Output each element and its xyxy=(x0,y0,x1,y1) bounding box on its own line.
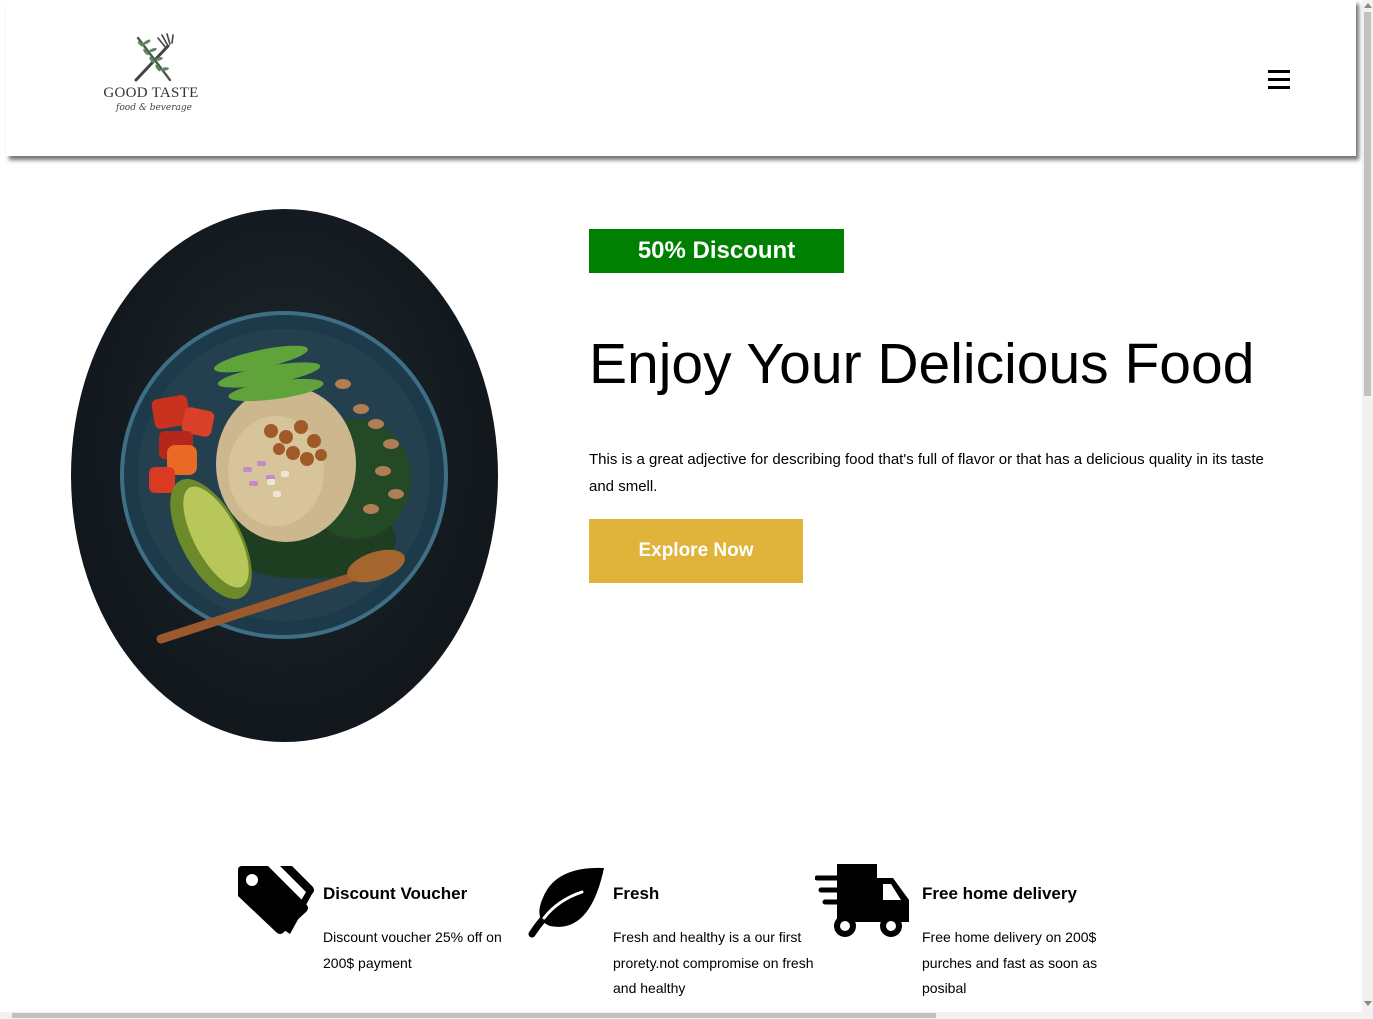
feature-title: Fresh xyxy=(613,884,660,903)
food-bowl-image xyxy=(71,209,498,742)
scroll-down-arrow-icon[interactable] xyxy=(1364,1001,1372,1006)
vertical-scrollbar[interactable] xyxy=(1362,0,1373,1019)
leaf-icon xyxy=(528,867,604,938)
hero-title: Enjoy Your Delicious Food xyxy=(589,332,1255,396)
feature-title: Free home delivery xyxy=(922,884,1077,903)
horizontal-scrollbar[interactable] xyxy=(0,1012,1362,1019)
delivery-truck-icon xyxy=(815,864,909,937)
scrollbar-thumb[interactable] xyxy=(12,1013,936,1018)
feature-description: Discount voucher 25% off on 200$ payment xyxy=(323,929,502,971)
discount-badge: 50% Discount xyxy=(589,229,844,273)
scrollbar-thumb[interactable] xyxy=(1364,12,1371,396)
price-tags-icon xyxy=(238,866,314,934)
logo-tagline: food & beverage xyxy=(116,103,192,113)
logo-name: GOOD TASTE xyxy=(103,85,199,101)
scroll-up-arrow-icon[interactable] xyxy=(1364,3,1372,8)
page: GOOD TASTE food & beverage 50% Discount … xyxy=(0,0,1362,1012)
hamburger-menu-icon[interactable] xyxy=(1268,70,1292,92)
hero-description: This is a great adjective for describing… xyxy=(589,451,1264,495)
logo[interactable]: GOOD TASTE food & beverage xyxy=(96,30,211,125)
feature-title: Discount Voucher xyxy=(323,884,468,903)
explore-now-button[interactable]: Explore Now xyxy=(589,519,803,583)
crossed-fork-herb-icon xyxy=(134,33,174,82)
feature-description: Free home delivery on 200$ purches and f… xyxy=(922,929,1098,996)
site-header: GOOD TASTE food & beverage xyxy=(6,0,1356,156)
feature-description: Fresh and healthy is a our first prorety… xyxy=(613,929,814,996)
